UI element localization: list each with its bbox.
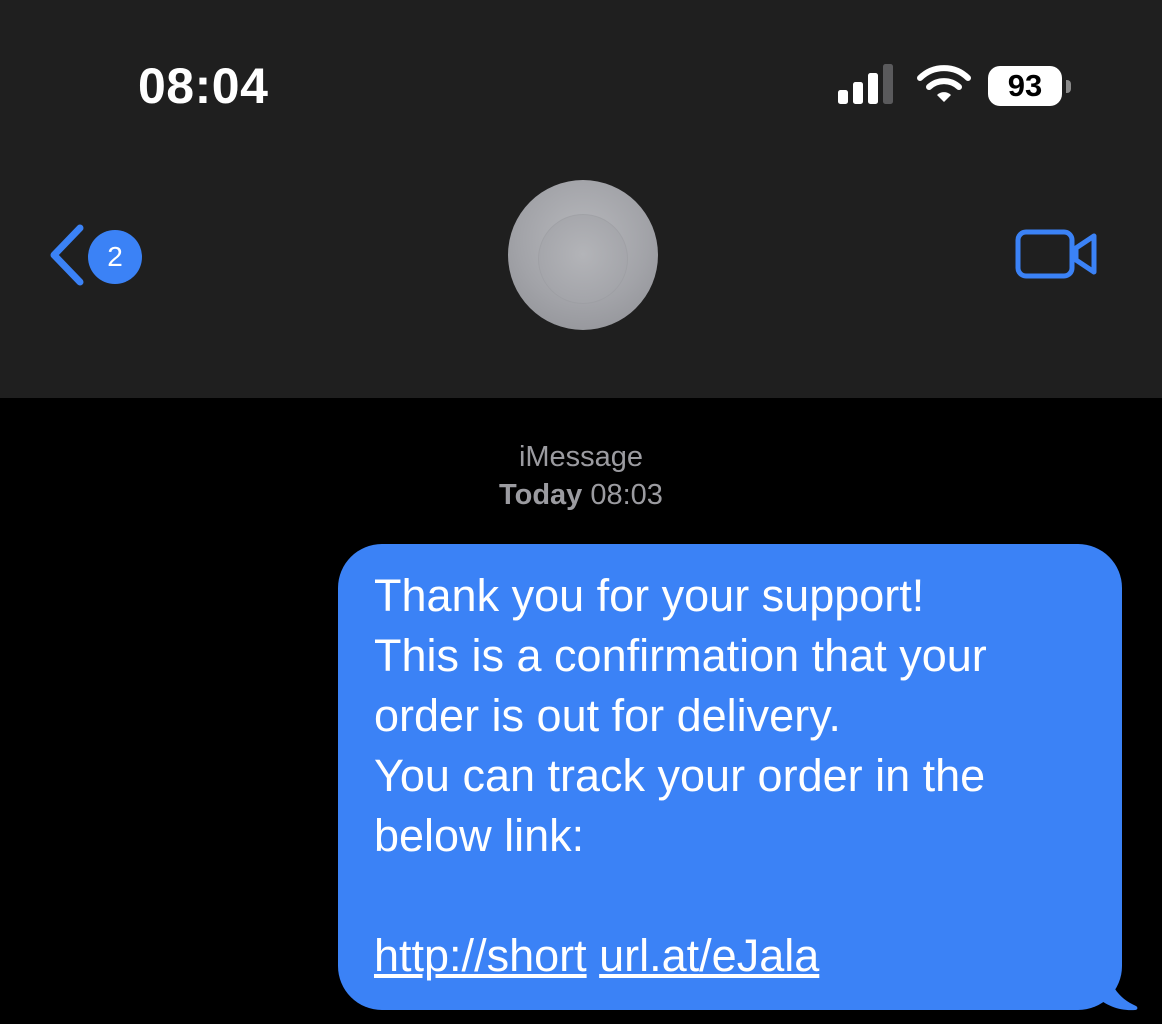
message-timestamp: Today 08:03 (0, 476, 1162, 514)
timestamp-day: Today (499, 479, 583, 511)
conversation-header: 08:04 93 2 (0, 0, 1162, 398)
bubble-tail (1096, 960, 1138, 1011)
battery-nub (1066, 80, 1071, 93)
timestamp-time: 08:03 (590, 479, 663, 511)
unread-count-badge[interactable]: 2 (88, 230, 142, 284)
battery-indicator: 93 (988, 66, 1071, 106)
wifi-icon (917, 65, 971, 102)
sent-message-bubble[interactable]: Thank you for your support! This is a co… (338, 544, 1122, 1010)
video-camera-icon[interactable] (1014, 226, 1100, 282)
cellular-signal-icon (838, 64, 893, 104)
message-link-part2[interactable]: url.at/eJala (599, 930, 819, 981)
avatar-placeholder (538, 214, 628, 304)
service-label: iMessage (518, 441, 644, 473)
conversation-meta: iMessage Today 08:03 (0, 438, 1162, 514)
messages-screen: 08:04 93 2 iMessage Today 08:03 Thank yo… (0, 0, 1162, 1024)
battery-level: 93 (988, 66, 1062, 106)
contact-avatar[interactable] (508, 180, 658, 330)
status-time: 08:04 (138, 58, 269, 114)
message-link-part1[interactable]: http://short (374, 930, 587, 981)
message-text: Thank you for your support! This is a co… (374, 570, 987, 861)
message-link-row: http://short url.at/eJala (374, 926, 1092, 986)
